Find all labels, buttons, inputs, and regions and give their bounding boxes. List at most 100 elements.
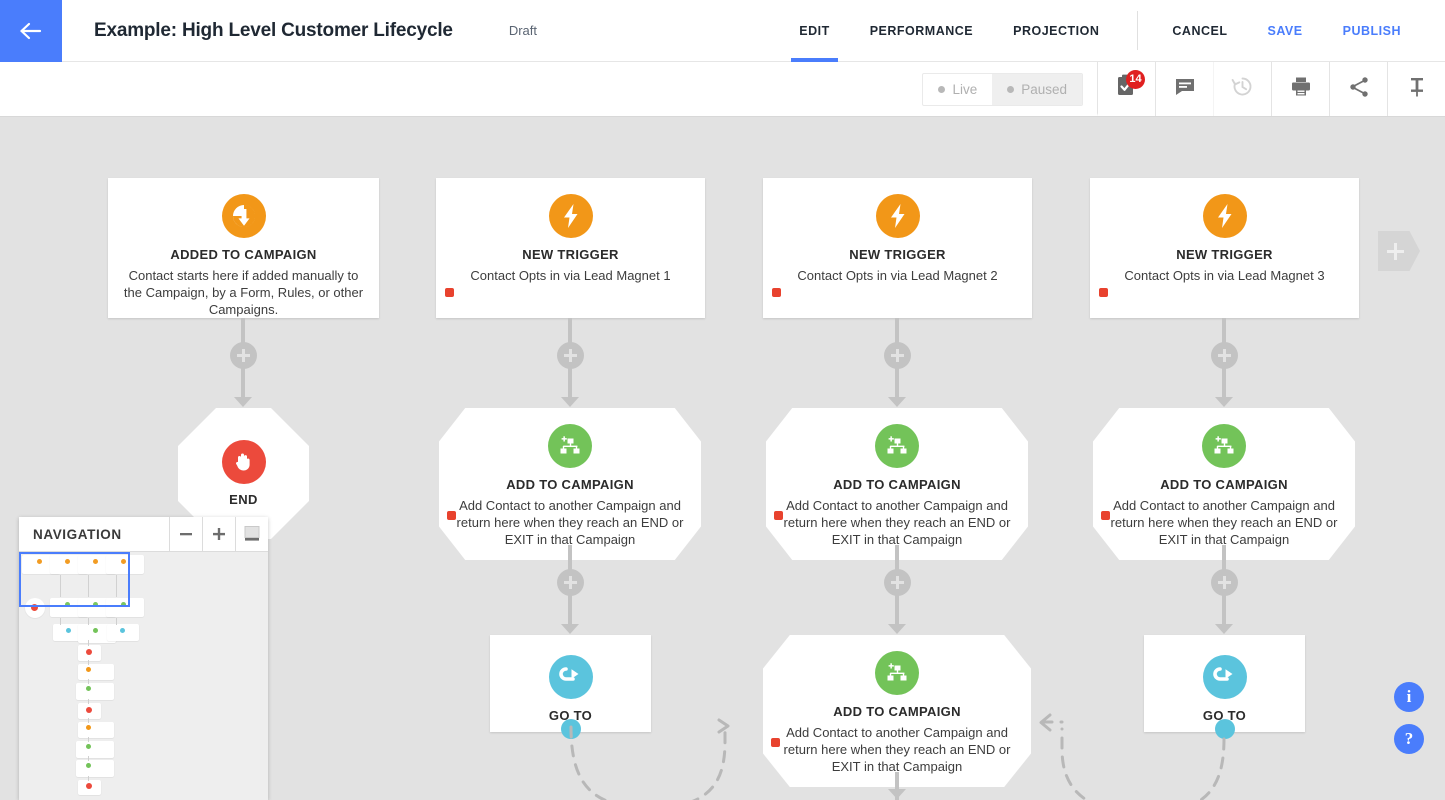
stop-hand-icon — [222, 440, 266, 484]
node-new-trigger-3[interactable]: NEW TRIGGER Contact Opts in via Lead Mag… — [1090, 178, 1359, 318]
node-description: Add Contact to another Campaign and retu… — [451, 497, 689, 548]
info-button[interactable]: i — [1394, 682, 1424, 712]
connector-arrow — [888, 397, 906, 407]
state-option-paused[interactable]: Paused — [992, 74, 1082, 105]
help-button[interactable]: ? — [1394, 724, 1424, 754]
minimap-link — [88, 699, 89, 704]
node-add-to-campaign-1[interactable]: ADD TO CAMPAIGN Add Contact to another C… — [439, 408, 701, 560]
goto-arrow-icon — [549, 655, 593, 699]
node-added-to-campaign[interactable]: ADDED TO CAMPAIGN Contact starts here if… — [108, 178, 379, 318]
lightning-bolt-icon — [549, 194, 593, 238]
note-comment-icon — [1174, 77, 1196, 102]
live-paused-toggle[interactable]: Live Paused — [922, 73, 1083, 106]
add-step-button[interactable] — [557, 342, 584, 369]
minimap-node — [78, 664, 114, 680]
tab-projection[interactable]: PROJECTION — [993, 0, 1119, 62]
zoom-in-button[interactable] — [202, 517, 235, 551]
node-add-to-campaign-3[interactable]: ADD TO CAMPAIGN Add Contact to another C… — [1093, 408, 1355, 560]
node-description: Add Contact to another Campaign and retu… — [1105, 497, 1343, 548]
add-step-button[interactable] — [230, 342, 257, 369]
navigation-minimap[interactable]: NAVIGATION — [19, 517, 268, 800]
add-step-button[interactable] — [884, 569, 911, 596]
print-button[interactable] — [1271, 62, 1329, 116]
node-description: Add Contact to another Campaign and retu… — [778, 497, 1016, 548]
arrow-into-circle-icon — [222, 194, 266, 238]
minimap-viewport[interactable] — [19, 552, 130, 607]
minimap-dot — [86, 744, 91, 749]
add-step-button[interactable] — [1211, 569, 1238, 596]
minimap-dot — [86, 686, 91, 691]
lightning-bolt-icon — [876, 194, 920, 238]
minimap-title: NAVIGATION — [19, 517, 169, 551]
publish-label: PUBLISH — [1343, 24, 1401, 38]
state-option-live[interactable]: Live — [923, 74, 992, 105]
tasks-badge: 14 — [1126, 70, 1145, 89]
minimap-link — [60, 618, 61, 625]
tasks-button[interactable]: 14 — [1097, 62, 1155, 116]
node-description: Contact Opts in via Lead Magnet 1 — [448, 267, 693, 284]
minimap-dot — [86, 783, 92, 789]
zoom-out-button[interactable] — [169, 517, 202, 551]
add-org-chart-icon — [875, 651, 919, 695]
minus-icon — [178, 526, 194, 542]
tab-edit[interactable]: EDIT — [779, 0, 849, 62]
minimap-node — [76, 683, 114, 700]
header-divider — [1137, 11, 1138, 50]
minimap-body[interactable] — [19, 552, 268, 800]
tab-performance-label: PERFORMANCE — [870, 24, 973, 38]
minimap-node — [76, 760, 114, 777]
node-new-trigger-2[interactable]: NEW TRIGGER Contact Opts in via Lead Mag… — [763, 178, 1032, 318]
campaign-builder-app: Example: High Level Customer Lifecycle D… — [0, 0, 1445, 800]
minimap-link — [88, 679, 89, 684]
cancel-button[interactable]: CANCEL — [1152, 0, 1247, 61]
question-icon: ? — [1405, 729, 1414, 749]
node-add-to-campaign-bottom[interactable]: ADD TO CAMPAIGN Add Contact to another C… — [763, 635, 1031, 787]
node-title: ADDED TO CAMPAIGN — [120, 247, 367, 262]
cancel-label: CANCEL — [1172, 24, 1227, 38]
node-description: Contact Opts in via Lead Magnet 3 — [1102, 267, 1347, 284]
add-step-button[interactable] — [884, 342, 911, 369]
node-add-to-campaign-2[interactable]: ADD TO CAMPAIGN Add Contact to another C… — [766, 408, 1028, 560]
secondary-toolbar: Live Paused 14 — [0, 62, 1445, 117]
print-icon — [1290, 76, 1312, 102]
minimap-header: NAVIGATION — [19, 517, 268, 552]
add-column-button[interactable] — [1378, 231, 1420, 271]
save-button[interactable]: SAVE — [1248, 0, 1323, 61]
error-dot-icon — [772, 288, 781, 297]
plus-icon — [211, 526, 227, 542]
connector-arrow — [888, 624, 906, 634]
node-title: ADD TO CAMPAIGN — [451, 477, 689, 492]
add-step-button[interactable] — [1211, 342, 1238, 369]
save-label: SAVE — [1268, 24, 1303, 38]
node-title: ADD TO CAMPAIGN — [775, 704, 1019, 719]
toolbar-buttons: 14 — [1097, 62, 1445, 116]
fit-to-screen-button[interactable] — [235, 517, 268, 551]
tab-performance[interactable]: PERFORMANCE — [850, 0, 993, 62]
share-button[interactable] — [1329, 62, 1387, 116]
minimap-dot — [120, 628, 125, 633]
paused-label: Paused — [1021, 82, 1067, 97]
connector-arrow — [234, 397, 252, 407]
goto-loop-right — [1020, 677, 1250, 800]
history-button[interactable] — [1213, 62, 1271, 116]
tab-edit-label: EDIT — [799, 24, 829, 38]
publish-button[interactable]: PUBLISH — [1323, 0, 1421, 61]
connector-arrow — [1215, 397, 1233, 407]
minimap-dot — [86, 649, 92, 655]
back-button[interactable] — [0, 0, 62, 62]
add-org-chart-icon — [1202, 424, 1246, 468]
connector-arrow — [1215, 624, 1233, 634]
notes-button[interactable] — [1155, 62, 1213, 116]
fit-screen-icon — [242, 525, 262, 543]
node-description: Contact Opts in via Lead Magnet 2 — [775, 267, 1020, 284]
node-title: END — [229, 492, 258, 507]
node-new-trigger-1[interactable]: NEW TRIGGER Contact Opts in via Lead Mag… — [436, 178, 705, 318]
app-header: Example: High Level Customer Lifecycle D… — [0, 0, 1445, 62]
node-title: ADD TO CAMPAIGN — [778, 477, 1016, 492]
pin-button[interactable] — [1387, 62, 1445, 116]
minimap-node — [78, 722, 114, 738]
node-description: Contact starts here if added manually to… — [120, 267, 367, 318]
add-step-button[interactable] — [557, 569, 584, 596]
campaign-canvas[interactable]: ADDED TO CAMPAIGN Contact starts here if… — [0, 117, 1445, 800]
error-dot-icon — [447, 511, 456, 520]
